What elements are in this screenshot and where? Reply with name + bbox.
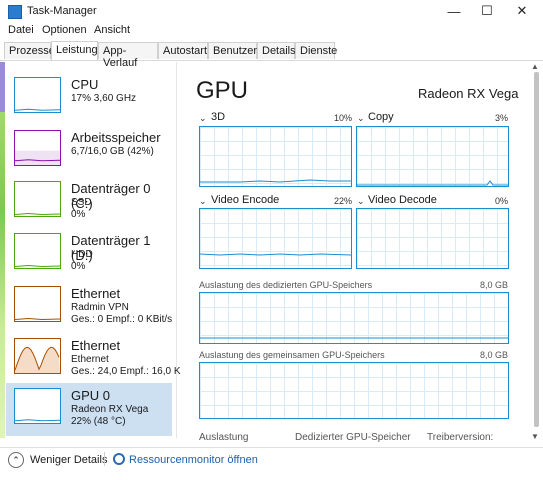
sidebar-item-cpu[interactable]: CPU 17% 3,60 GHz [6,72,172,125]
sidebar-item-ethernet[interactable]: Ethernet Ethernet Ges.: 24,0 Empf.: 16,0… [6,333,181,386]
engine-video-decode-graph [356,208,509,269]
sidebar-item-detail: 0% [71,261,86,272]
shared-memory-label: Auslastung des gemeinsamen GPU-Speichers [199,350,385,360]
engine-copy-percent: 3% [494,113,508,123]
thumbnail-series-line [14,108,61,111]
scrollbar-thumb[interactable] [534,72,539,427]
maximize-button[interactable]: ☐ [470,0,504,22]
chevron-up-icon[interactable]: ⌃ [8,452,24,468]
engine-video-decode-percent: 0% [494,196,508,206]
memory-thumbnail-graph [14,130,61,166]
sidebar-item-subtitle: 6,7/16,0 GB (42%) [71,146,154,157]
minimize-button[interactable]: — [437,0,471,22]
menu-ansicht[interactable]: Ansicht [94,24,130,36]
tab-autostart[interactable]: Autostart [158,42,208,59]
sidebar-item-title: CPU [71,77,99,92]
disk-1-thumbnail-graph [14,233,61,269]
sidebar-item-detail: 22% (48 °C) [71,416,126,427]
sidebar-item-subtitle: SSD [71,197,92,208]
sidebar-item-title: Ethernet [71,338,121,353]
thumbnail-series-line [14,317,61,321]
sidebar-item-detail: Ges.: 24,0 Empf.: 16,0 K [71,366,181,377]
dedicated-memory-graph [199,292,509,344]
tab-details[interactable]: Details [257,42,296,59]
engine-video-decode-label[interactable]: Video Decode [368,194,437,206]
chevron-down-icon[interactable]: ⌄ [357,196,365,207]
fewer-details-link[interactable]: Weniger Details [30,454,107,466]
window-title: Task-Manager [27,5,97,17]
scroll-up-arrow-icon[interactable]: ▲ [531,62,539,71]
stat-label-driver-version: Treiberversion: [427,432,494,443]
menu-optionen[interactable]: Optionen [42,24,87,36]
engine-video-encode-graph [199,208,352,269]
task-manager-icon [8,5,22,19]
engine-video-encode-label[interactable]: Video Encode [211,194,279,206]
chevron-down-icon[interactable]: ⌄ [357,113,365,124]
sidebar-item-title: Arbeitsspeicher [71,130,161,145]
tab-app-verlauf[interactable]: App-Verlauf [98,42,158,69]
sidebar-item-detail: Ges.: 0 Empf.: 0 KBit/s [71,314,173,325]
engine-3d-label[interactable]: 3D [211,111,225,123]
close-button[interactable]: ✕ [505,0,539,22]
sidebar-item-gpu-0[interactable]: GPU 0 Radeon RX Vega 22% (48 °C) [6,383,172,436]
engine-copy-label[interactable]: Copy [368,111,394,123]
page-title: GPU [196,77,249,104]
stat-label-utilization: Auslastung [199,432,249,443]
scroll-down-arrow-icon[interactable]: ▼ [531,432,539,441]
sidebar-item-disk-1[interactable]: Datenträger 1 (D:) HDD 0% [6,228,172,281]
shared-memory-graph [199,362,509,419]
thumbnail-series-line [14,264,61,268]
sidebar-item-memory[interactable]: Arbeitsspeicher 6,7/16,0 GB (42%) [6,125,172,178]
cpu-thumbnail-graph [14,77,61,113]
dedicated-memory-label: Auslastung des dedizierten GPU-Speichers [199,280,373,290]
sidebar-item-detail: 0% [71,209,86,220]
tab-benutzer[interactable]: Benutzer [208,42,257,59]
sidebar-item-subtitle: HDD [71,249,93,260]
tab-prozesse[interactable]: Prozesse [4,42,55,59]
menu-datei[interactable]: Datei [8,24,34,36]
engine-copy-graph [356,126,509,187]
sidebar-item-title: GPU 0 [71,388,111,403]
disk-0-thumbnail-graph [14,181,61,217]
ethernet-vpn-thumbnail-graph [14,286,61,322]
footer-divider [0,447,543,448]
tab-dienste[interactable]: Dienste [295,42,337,59]
chevron-down-icon[interactable]: ⌄ [199,113,207,124]
sidebar-divider [176,62,177,438]
shared-memory-max: 8,0 GB [479,350,508,360]
gpu-model-name: Radeon RX Vega [418,86,519,101]
sidebar-item-subtitle: Radeon RX Vega [71,404,149,415]
stat-label-dedicated-memory: Dedizierter GPU-Speicher [295,432,411,443]
sidebar-item-subtitle: Ethernet [71,354,109,365]
dedicated-memory-max: 8,0 GB [479,280,508,290]
thumbnail-series-line [14,212,61,216]
engine-3d-percent: 10% [333,113,352,123]
open-resource-monitor-link[interactable]: Ressourcenmonitor öffnen [129,454,258,466]
sidebar-item-title: Ethernet [71,286,121,301]
sidebar-item-disk-0[interactable]: Datenträger 0 (C:) SSD 0% [6,176,172,229]
ethernet-thumbnail-graph [14,338,61,374]
thumbnail-series-line [14,419,61,422]
engine-video-encode-percent: 22% [333,196,352,206]
resource-monitor-icon[interactable] [113,453,125,465]
sidebar-item-ethernet-vpn[interactable]: Ethernet Radmin VPN Ges.: 0 Empf.: 0 KBi… [6,281,172,334]
sidebar-item-subtitle: 17% 3,60 GHz [71,93,137,104]
sidebar-item-subtitle: Radmin VPN [71,302,129,313]
footer-separator [104,452,105,466]
tab-leistung[interactable]: Leistung [51,41,98,60]
engine-3d-graph [199,126,352,187]
chevron-down-icon[interactable]: ⌄ [199,196,207,207]
gpu-thumbnail-graph [14,388,61,424]
